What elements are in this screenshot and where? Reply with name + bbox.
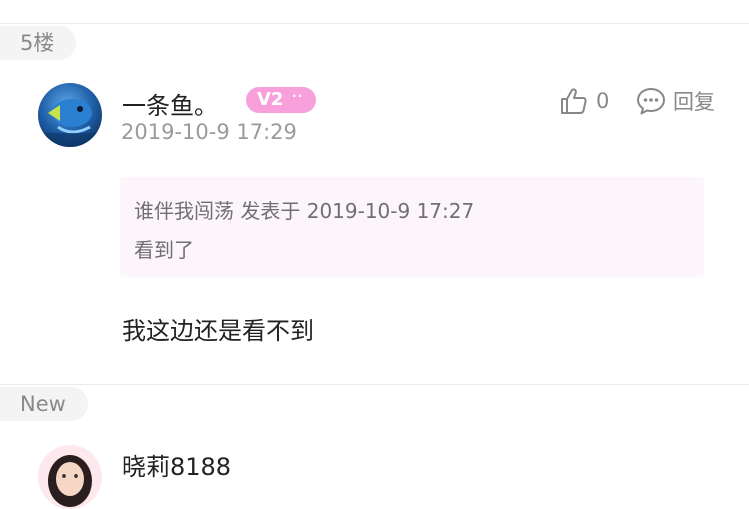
- comment-icon: [637, 88, 665, 115]
- level-badge-dots: ··: [292, 89, 304, 103]
- avatar[interactable]: [38, 83, 102, 147]
- reply-button[interactable]: 回复: [636, 86, 715, 116]
- like-count: 0: [596, 89, 610, 113]
- section-divider: [0, 384, 749, 385]
- girl-avatar-image: [38, 445, 102, 509]
- level-badge-text: V2: [257, 89, 284, 110]
- quote-block: 谁伴我闯荡 发表于 2019-10-9 17:27 看到了: [120, 177, 704, 277]
- quote-text: 看到了: [134, 238, 194, 262]
- username[interactable]: 一条鱼。: [122, 86, 218, 121]
- fish-avatar-image: [38, 83, 102, 147]
- like-button[interactable]: 0: [559, 86, 609, 116]
- post-timestamp: 2019-10-9 17:29: [121, 120, 297, 144]
- next-post-username[interactable]: 晓莉8188: [122, 447, 231, 482]
- next-post-avatar[interactable]: [38, 445, 102, 509]
- floor-tag: 5楼: [0, 26, 77, 60]
- quote-header: 谁伴我闯荡 发表于 2019-10-9 17:27: [134, 199, 475, 223]
- top-divider: [0, 23, 749, 24]
- thumbs-up-icon: [561, 88, 587, 114]
- level-badge: V2 ··: [246, 87, 316, 113]
- reply-label: 回复: [673, 90, 715, 114]
- reply-body: 我这边还是看不到: [122, 317, 314, 345]
- new-tag: New: [0, 387, 88, 421]
